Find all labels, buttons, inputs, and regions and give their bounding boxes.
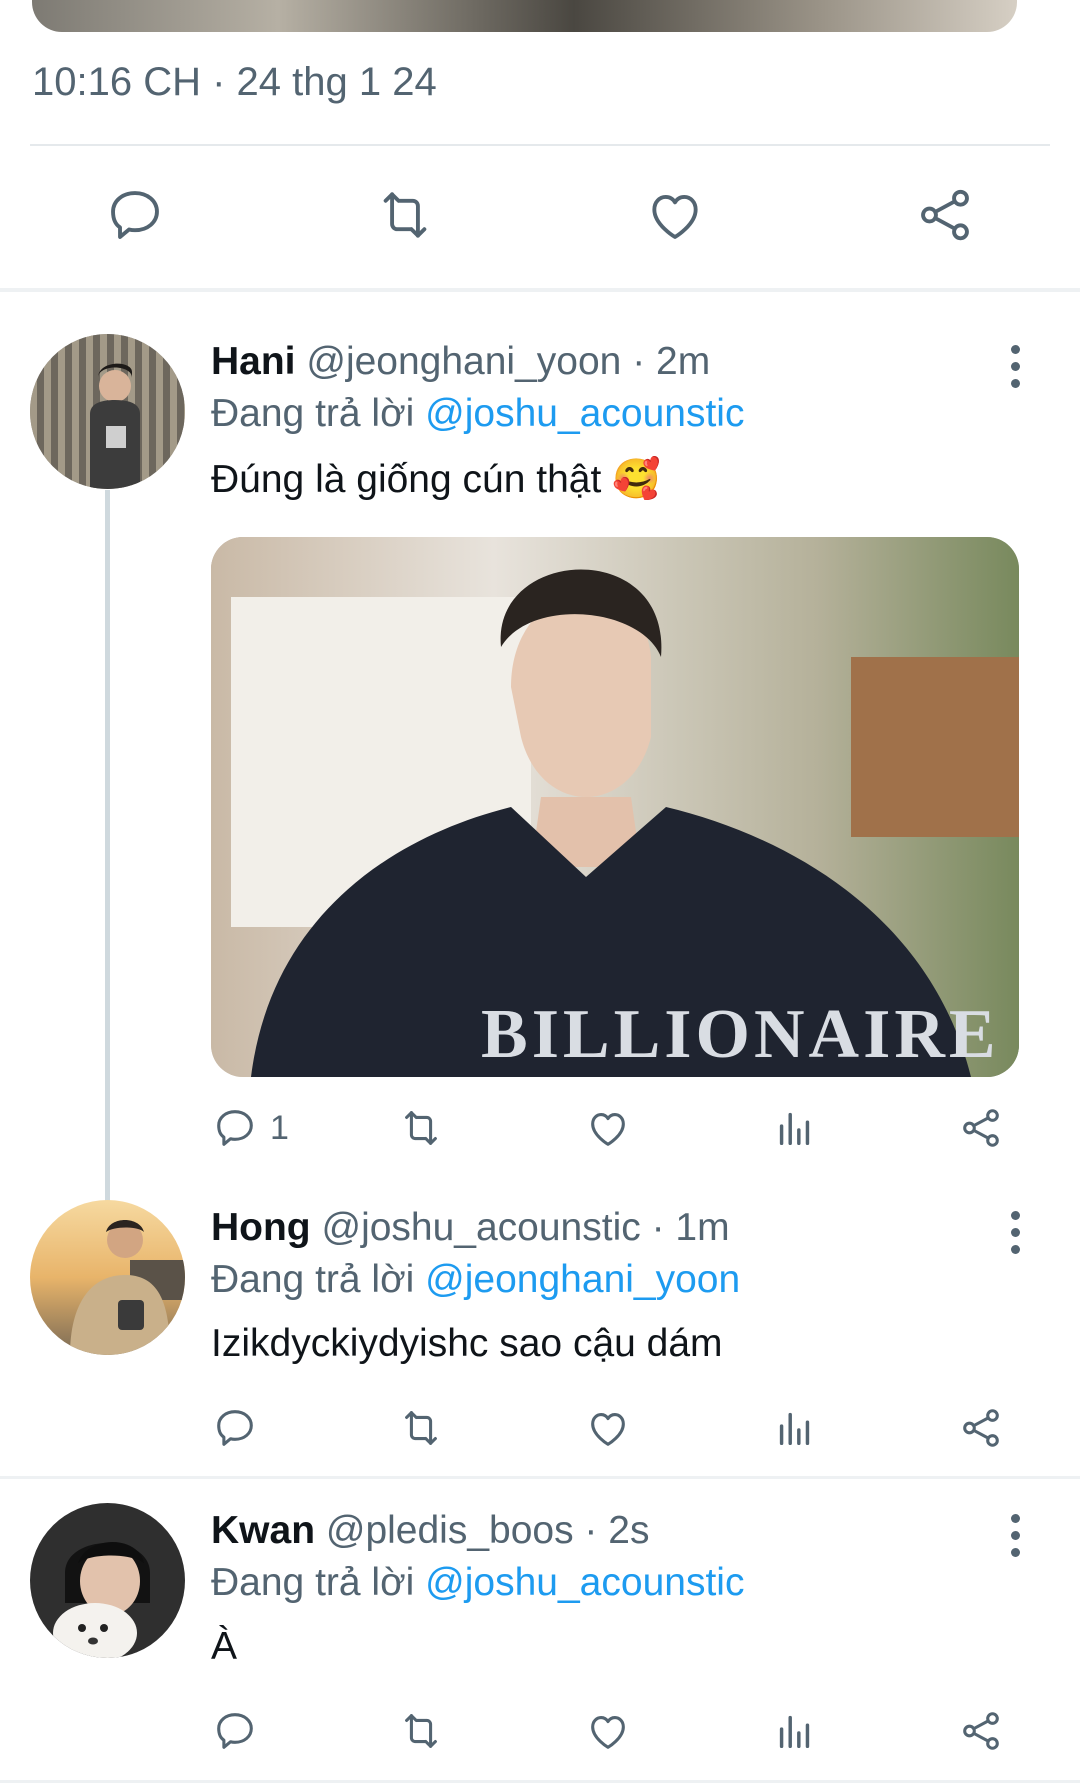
replying-to: Đang trả lời @jeonghani_yoon: [211, 1258, 740, 1302]
mention-link[interactable]: @joshu_acounstic: [425, 392, 744, 435]
more-button[interactable]: [998, 1505, 1032, 1565]
share-button[interactable]: [958, 1098, 1004, 1158]
heart-icon: [591, 1113, 625, 1146]
views-icon: [779, 1412, 810, 1446]
share-icon: [963, 1109, 999, 1147]
share-icon: [963, 1409, 999, 1447]
reply-button[interactable]: [212, 1398, 270, 1458]
thread-line: [105, 490, 110, 1202]
views-icon: [779, 1112, 810, 1146]
tweet-header: Kwan @pledis_boos · 2s: [211, 1509, 649, 1553]
like-button[interactable]: [585, 1398, 631, 1458]
author-name[interactable]: Kwan: [211, 1509, 315, 1552]
avatar[interactable]: [30, 1503, 185, 1658]
retweet-icon: [405, 1411, 437, 1445]
author-name[interactable]: Hani: [211, 340, 296, 383]
replying-to-label: Đang trả lời: [211, 1561, 426, 1604]
tweet-header: Hong @joshu_acounstic · 1m: [211, 1206, 730, 1250]
heart-icon: [591, 1716, 625, 1749]
svg-text:BILLIONAIRE: BILLIONAIRE: [481, 996, 1000, 1073]
more-vertical-icon: [1010, 1513, 1020, 1523]
like-button[interactable]: [630, 170, 720, 260]
tweet-actions: 1: [0, 1098, 1080, 1158]
tweet-text: Izikdyckiydyishc sao cậu dám: [211, 1322, 723, 1365]
replying-to-label: Đang trả lời: [211, 392, 426, 435]
tweet-actions: [0, 1398, 1080, 1458]
focused-tweet-actions: [0, 170, 1080, 260]
more-vertical-icon: [1010, 1210, 1020, 1220]
heart-icon: [591, 1413, 625, 1446]
retweet-button[interactable]: [398, 1701, 444, 1761]
share-button[interactable]: [958, 1398, 1004, 1458]
author-meta: @jeonghani_yoon · 2m: [295, 340, 711, 383]
mention-link[interactable]: @jeonghani_yoon: [425, 1258, 740, 1301]
more-button[interactable]: [998, 1202, 1032, 1262]
retweet-icon: [383, 192, 427, 238]
tweet-thread-page: 10:16 CH · 24 thg 1 24 Hani @jeonghani_y…: [0, 0, 1080, 1790]
retweet-button[interactable]: [398, 1398, 444, 1458]
section-divider: [0, 1476, 1080, 1479]
share-icon: [963, 1712, 999, 1750]
section-divider: [0, 288, 1080, 292]
focused-tweet-media[interactable]: [32, 0, 1017, 32]
heart-icon: [652, 194, 698, 239]
more-vertical-icon: [1010, 344, 1020, 354]
more-button[interactable]: [998, 336, 1032, 396]
tweet-media-photo[interactable]: BILLIONAIRE: [211, 537, 1019, 1077]
replying-to-label: Đang trả lời: [211, 1258, 426, 1301]
retweet-icon: [405, 1111, 437, 1145]
author-name[interactable]: Hong: [211, 1206, 311, 1249]
tweet-header: Hani @jeonghani_yoon · 2m: [211, 340, 710, 384]
views-button[interactable]: [772, 1098, 818, 1158]
avatar[interactable]: [30, 334, 185, 489]
like-button[interactable]: [585, 1098, 631, 1158]
share-button[interactable]: [958, 1701, 1004, 1761]
views-button[interactable]: [772, 1701, 818, 1761]
author-meta: @joshu_acounstic · 1m: [310, 1206, 730, 1249]
tweet-actions: [0, 1701, 1080, 1761]
share-button[interactable]: [900, 170, 990, 260]
reply-button[interactable]: [90, 170, 180, 260]
reply-count: 1: [270, 1108, 289, 1147]
replying-to: Đang trả lời @joshu_acounstic: [211, 392, 744, 436]
retweet-button[interactable]: [360, 170, 450, 260]
share-icon: [921, 189, 969, 241]
reply-icon: [217, 1110, 253, 1146]
reply-icon: [217, 1713, 253, 1749]
like-button[interactable]: [585, 1701, 631, 1761]
replying-to: Đang trả lời @joshu_acounstic: [211, 1561, 744, 1605]
reply-button[interactable]: [212, 1701, 270, 1761]
avatar[interactable]: [30, 1200, 185, 1355]
views-button[interactable]: [772, 1398, 818, 1458]
retweet-icon: [405, 1714, 437, 1748]
section-divider: [0, 1780, 1080, 1783]
retweet-button[interactable]: [398, 1098, 444, 1158]
reply-icon: [217, 1410, 253, 1446]
divider: [30, 144, 1050, 146]
views-icon: [779, 1715, 810, 1749]
reply-icon: [111, 191, 159, 239]
tweet-text: Đúng là giống cún thật 🥰: [211, 458, 661, 501]
author-meta: @pledis_boos · 2s: [315, 1509, 650, 1552]
reply-button[interactable]: 1: [212, 1098, 289, 1158]
tweet-text: À: [211, 1625, 238, 1668]
mention-link[interactable]: @joshu_acounstic: [425, 1561, 744, 1604]
focused-tweet-timestamp[interactable]: 10:16 CH · 24 thg 1 24: [32, 60, 437, 105]
